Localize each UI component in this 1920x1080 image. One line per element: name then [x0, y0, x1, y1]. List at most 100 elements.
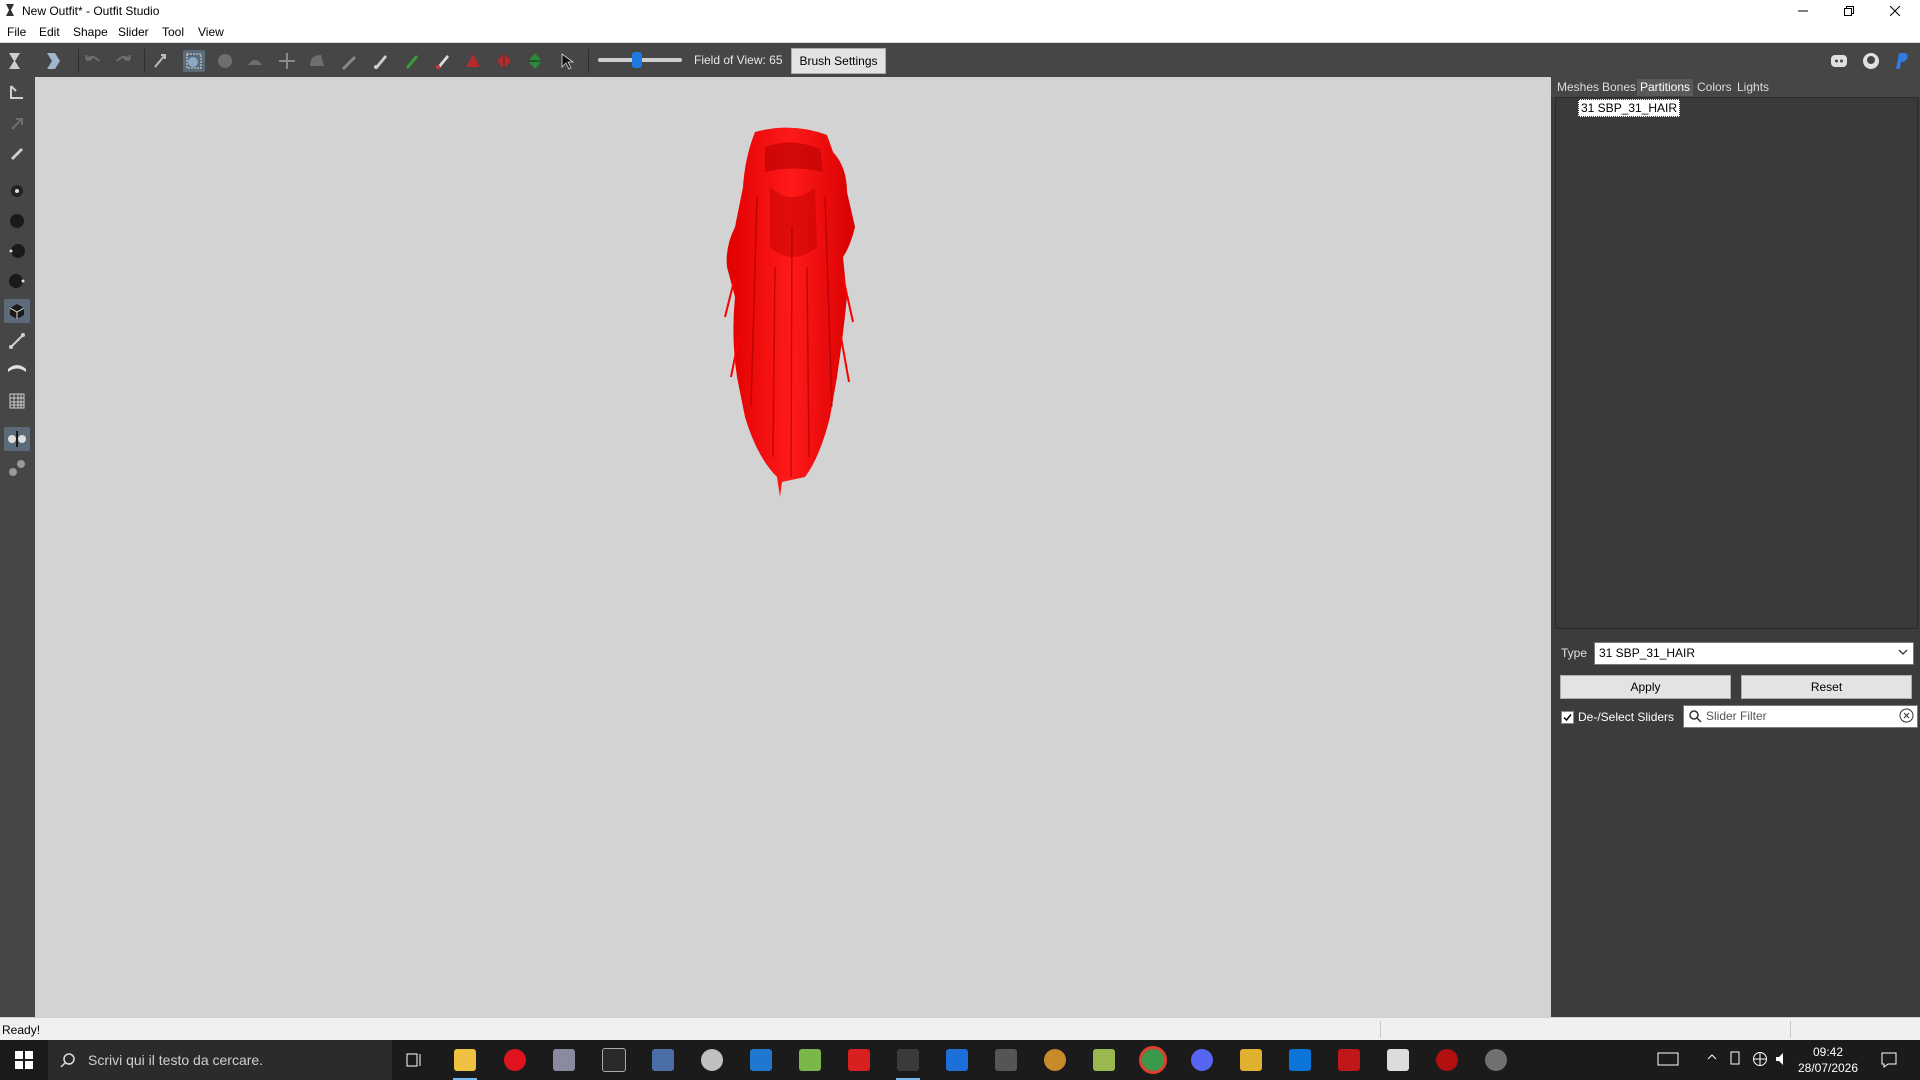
outfit-studio-taskbar-icon[interactable] — [888, 1046, 928, 1080]
network-icon[interactable] — [1752, 1051, 1768, 1070]
clear-icon[interactable] — [1899, 708, 1914, 723]
nodes-icon[interactable] — [4, 456, 30, 480]
chrome-icon[interactable] — [1133, 1046, 1173, 1074]
gimp-icon[interactable] — [1035, 1046, 1075, 1074]
blender-icon[interactable] — [692, 1046, 732, 1074]
deselect-sliders-checkbox[interactable]: De-/Select Sliders — [1561, 710, 1674, 724]
store-icon[interactable] — [937, 1046, 977, 1074]
input-method-icon[interactable] — [1657, 1051, 1679, 1070]
minimize-button[interactable] — [1780, 0, 1826, 22]
partition-item[interactable]: 31 SBP_31_HAIR — [1578, 99, 1681, 117]
discord-icon[interactable] — [1828, 50, 1850, 72]
sphere-icon[interactable] — [4, 209, 30, 233]
menu-view[interactable]: View — [198, 25, 224, 39]
device-icon[interactable] — [1728, 1051, 1742, 1068]
vertex-icon[interactable] — [4, 179, 30, 203]
blue-square-icon[interactable] — [1280, 1046, 1320, 1074]
close-button[interactable] — [1872, 0, 1918, 22]
apply-button[interactable]: Apply — [1560, 675, 1731, 699]
alpha-paint-icon[interactable] — [401, 50, 423, 72]
move-icon[interactable] — [276, 50, 298, 72]
start-button[interactable] — [0, 1040, 48, 1080]
menu-slider[interactable]: Slider — [118, 25, 149, 39]
grid-icon[interactable] — [4, 389, 30, 413]
transform-icon[interactable] — [4, 80, 30, 104]
github-icon[interactable] — [1860, 50, 1882, 72]
checkbox-checked-icon[interactable] — [1561, 710, 1574, 724]
tab-colors[interactable]: Colors — [1694, 79, 1735, 96]
slider-filter-input[interactable]: Slider Filter — [1683, 705, 1918, 728]
paypal-icon[interactable] — [1890, 50, 1912, 72]
feather-app-icon[interactable] — [643, 1046, 683, 1074]
tab-partitions[interactable]: Partitions — [1637, 79, 1694, 96]
gear-app-icon[interactable] — [1476, 1046, 1516, 1074]
file-explorer-icon[interactable] — [445, 1046, 485, 1080]
partition-paint-icon[interactable] — [432, 50, 454, 72]
f-app-icon[interactable] — [839, 1046, 879, 1074]
anchor-icon[interactable] — [150, 50, 172, 72]
tray-chevron-up-icon[interactable] — [1706, 1051, 1718, 1066]
partition-tree[interactable] — [1555, 97, 1918, 629]
edit-app-icon[interactable] — [1084, 1046, 1124, 1074]
blue-app-icon[interactable] — [741, 1046, 781, 1074]
smooth-icon[interactable] — [306, 50, 328, 72]
taskbar-search[interactable]: Scrivi qui il testo da cercare. — [48, 1040, 392, 1080]
volume-icon[interactable] — [1774, 1051, 1790, 1070]
task-view-icon[interactable] — [395, 1046, 435, 1074]
window-title: New Outfit* - Outfit Studio — [22, 4, 160, 18]
fov-slider-thumb[interactable] — [632, 52, 642, 68]
chevron-down-icon — [1898, 649, 1908, 655]
bone-icon[interactable] — [4, 329, 30, 353]
clock-time: 09:42 — [1812, 1045, 1844, 1059]
tab-meshes[interactable]: Meshes — [1554, 79, 1602, 96]
discord-taskbar-icon[interactable] — [1182, 1046, 1222, 1074]
network-app-icon[interactable] — [1378, 1046, 1418, 1074]
inflate-icon[interactable] — [214, 50, 236, 72]
red-app-icon[interactable] — [1329, 1046, 1369, 1074]
opera-icon[interactable] — [495, 1046, 535, 1074]
weight-paint-icon[interactable] — [338, 50, 360, 72]
menu-tool[interactable]: Tool — [162, 25, 184, 39]
sphere-right-icon[interactable] — [4, 269, 30, 293]
menu-shape[interactable]: Shape — [73, 25, 108, 39]
fold-icon[interactable] — [4, 358, 30, 382]
sphere-left-icon[interactable] — [4, 239, 30, 263]
restore-button[interactable] — [1826, 0, 1872, 22]
brush-settings-button[interactable]: Brush Settings — [791, 48, 886, 74]
folder-icon[interactable] — [1231, 1046, 1271, 1074]
cube-icon[interactable] — [4, 299, 30, 323]
status-divider — [1380, 1021, 1381, 1038]
cursor-icon[interactable] — [556, 50, 578, 72]
notepad-icon[interactable] — [790, 1046, 830, 1074]
select-alt-icon[interactable] — [42, 50, 64, 72]
color-paint-icon[interactable] — [370, 50, 392, 72]
msi-app-icon[interactable] — [594, 1046, 634, 1074]
flip-edge-icon[interactable] — [493, 50, 515, 72]
pivot-icon[interactable] — [4, 112, 30, 136]
3d-viewport[interactable] — [35, 77, 1551, 1017]
type-select[interactable]: 31 SBP_31_HAIR — [1594, 642, 1914, 665]
media-app-icon[interactable] — [544, 1046, 584, 1074]
tab-lights[interactable]: Lights — [1734, 79, 1772, 96]
deflate-icon[interactable] — [244, 50, 266, 72]
pen-icon[interactable] — [4, 140, 30, 164]
terminal-icon[interactable] — [986, 1046, 1026, 1074]
clock-date: 28/07/2026 — [1797, 1061, 1859, 1075]
menu-edit[interactable]: Edit — [39, 25, 60, 39]
mask-icon[interactable] — [183, 50, 205, 72]
select-icon[interactable] — [4, 50, 26, 72]
reset-button[interactable]: Reset — [1741, 675, 1912, 699]
notifications-icon[interactable] — [1880, 1051, 1898, 1072]
collapse-vertex-icon[interactable] — [462, 50, 484, 72]
redo-icon[interactable] — [112, 50, 134, 72]
undo-icon[interactable] — [82, 50, 104, 72]
red-circle-icon[interactable] — [1427, 1046, 1467, 1074]
fov-label: Field of View: 65 — [694, 53, 783, 67]
menu-file[interactable]: File — [7, 25, 26, 39]
tab-bones[interactable]: Bones — [1599, 79, 1639, 96]
search-icon — [1689, 710, 1702, 723]
windows-icon — [15, 1051, 33, 1069]
split-edge-icon[interactable] — [524, 50, 546, 72]
symmetry-icon[interactable] — [4, 427, 30, 451]
clock[interactable]: 09:42 28/07/2026 — [1790, 1044, 1866, 1076]
